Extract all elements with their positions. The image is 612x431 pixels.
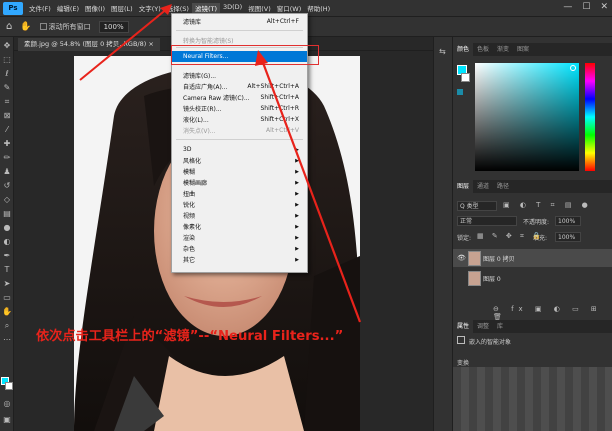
annotation-arrows — [79, 4, 362, 323]
instruction-caption: 依次点击工具栏上的“滤镜”--“Neural Filters...” — [36, 329, 344, 344]
